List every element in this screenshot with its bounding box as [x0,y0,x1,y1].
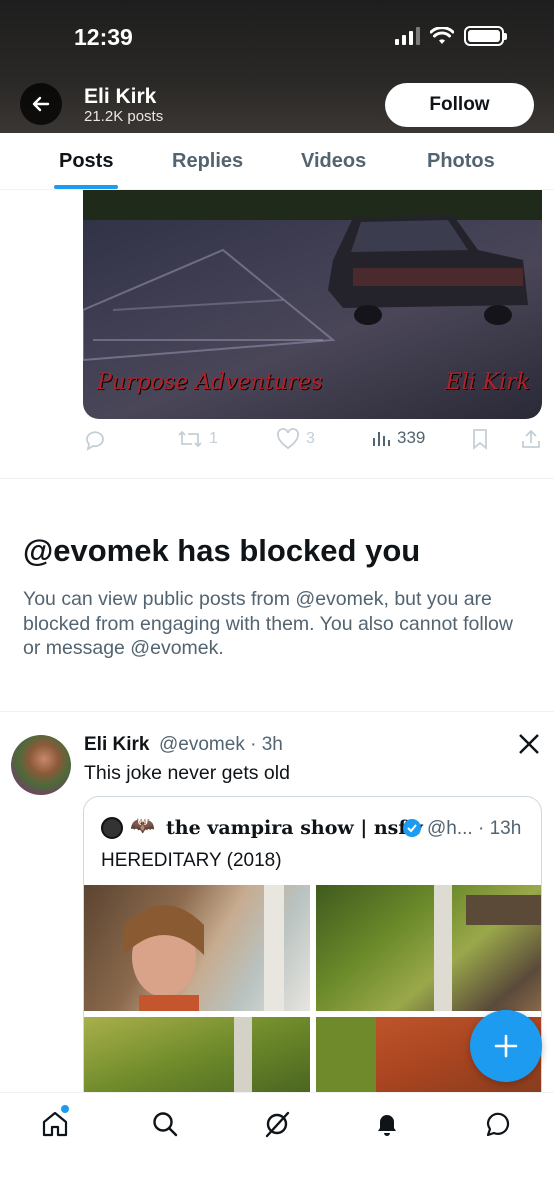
heart-icon [277,428,299,450]
nav-notifications[interactable] [372,1109,402,1139]
like-count: 3 [306,430,315,447]
blocked-title: @evomek has blocked you [23,533,421,568]
views-button[interactable]: 339 [371,428,425,448]
reply-button[interactable] [83,428,107,452]
bat-icon: 🦇 [130,815,155,837]
notifications-icon [378,1115,396,1136]
car-shape [328,215,528,325]
wifi-icon [430,27,454,44]
profile-post-count: 21.2K posts [84,108,164,125]
bookmark-button[interactable] [470,428,490,450]
divider [0,478,554,479]
views-count: 339 [397,428,426,447]
compose-button[interactable] [470,1010,542,1082]
media-image[interactable] [316,885,541,1011]
quote-avatar [101,817,123,839]
active-tab-indicator [54,185,118,189]
verified-badge-icon [403,819,421,837]
bookmark-icon [473,429,487,450]
bottom-navigation [0,1092,554,1200]
quote-author-name: the vampira show | nsfw [166,817,423,839]
tweet-author-name[interactable]: Eli Kirk [84,734,149,756]
tab-replies[interactable]: Replies [172,150,243,173]
cellular-signal-icon [395,27,420,45]
repost-count: 1 [209,430,218,447]
status-time: 12:39 [74,24,133,50]
quote-handle-time: @h... · 13h [427,818,522,839]
share-button[interactable] [520,428,542,450]
nav-messages[interactable] [483,1109,513,1139]
tab-videos[interactable]: Videos [301,150,366,173]
nav-search[interactable] [150,1109,180,1139]
home-icon [42,1111,68,1137]
nav-grok[interactable] [262,1109,292,1139]
watermark-right: Eli Kirk [445,370,530,395]
tweet-handle-time: @evomek · 3h [159,734,283,755]
back-button[interactable] [20,83,62,125]
post-action-bar: 1 3 339 [83,428,543,458]
arrow-left-icon [32,96,50,112]
repost-icon [178,430,202,448]
plus-icon [494,1034,518,1058]
profile-tabs: Posts Replies Videos Photos [0,133,554,190]
media-image[interactable] [84,885,310,1011]
tab-posts[interactable]: Posts [59,150,113,173]
status-icons [395,26,507,46]
views-icon [373,432,390,446]
watermark-left: Purpose Adventures [97,370,323,395]
home-notification-dot [61,1105,69,1113]
search-icon [153,1112,178,1137]
avatar[interactable] [11,735,71,795]
quote-media-grid [84,885,541,1115]
profile-header: 12:39 Eli Kirk 21.2K posts Follow [0,0,554,133]
share-icon [522,429,540,448]
like-button[interactable]: 3 [276,428,315,450]
divider [0,711,554,712]
messages-icon [486,1112,510,1137]
profile-name: Eli Kirk [84,85,157,108]
x-logo-icon [519,734,539,754]
blocked-message: You can view public posts from @evomek, … [23,588,513,659]
battery-icon [464,26,507,46]
nav-home[interactable] [40,1109,70,1139]
quote-text: HEREDITARY (2018) [101,850,282,871]
quoted-post[interactable]: 🦇 the vampira show | nsfw @h... · 13h HE… [83,796,542,1116]
tab-photos[interactable]: Photos [427,150,495,173]
reply-icon [86,431,104,451]
follow-button[interactable]: Follow [385,83,534,127]
post-media-image[interactable]: Purpose Adventures Eli Kirk [83,190,542,419]
grok-icon [265,1111,290,1138]
tweet-text: This joke never gets old [84,762,290,784]
repost-button[interactable]: 1 [177,428,218,450]
